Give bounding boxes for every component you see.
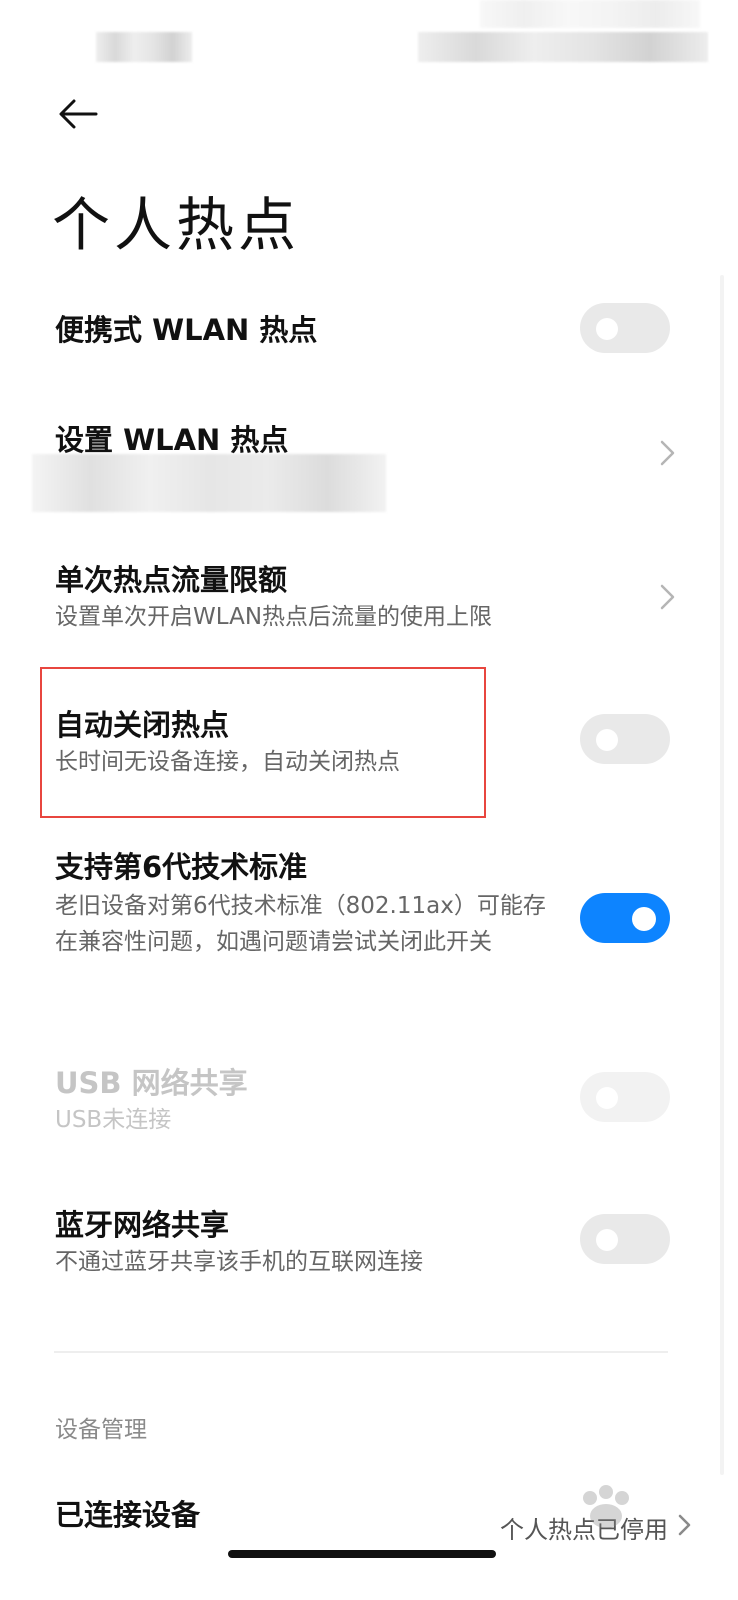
back-button[interactable] bbox=[56, 96, 100, 132]
home-indicator[interactable] bbox=[228, 1550, 496, 1558]
setting-title: 单次热点流量限额 bbox=[55, 563, 288, 597]
setting-title: 蓝牙网络共享 bbox=[55, 1208, 230, 1242]
setting-subtitle: 长时间无设备连接，自动关闭热点 bbox=[55, 749, 400, 775]
setting-auto-turn-off-hotspot[interactable]: 自动关闭热点 长时间无设备连接，自动关闭热点 bbox=[0, 690, 738, 790]
chevron-right-icon bbox=[678, 1514, 691, 1536]
setting-title: 自动关闭热点 bbox=[55, 708, 230, 742]
auto-off-toggle[interactable] bbox=[580, 714, 670, 764]
back-arrow-icon bbox=[59, 99, 98, 129]
setting-wifi6-support[interactable]: 支持第6代技术标准 老旧设备对第6代技术标准（802.11ax）可能存在兼容性问… bbox=[0, 832, 738, 1002]
setting-configure-wlan-hotspot[interactable]: 设置 WLAN 热点 bbox=[0, 400, 738, 520]
toggle-knob bbox=[596, 1087, 618, 1109]
portable-hotspot-toggle[interactable] bbox=[580, 303, 670, 353]
bluetooth-tethering-toggle[interactable] bbox=[580, 1214, 670, 1264]
hotspot-name-blurred bbox=[32, 454, 386, 512]
setting-bluetooth-tethering[interactable]: 蓝牙网络共享 不通过蓝牙共享该手机的互联网连接 bbox=[0, 1190, 738, 1290]
setting-title: 已连接设备 bbox=[55, 1498, 201, 1532]
toggle-knob bbox=[596, 1229, 618, 1251]
setting-single-session-data-limit[interactable]: 单次热点流量限额 设置单次开启WLAN热点后流量的使用上限 bbox=[0, 545, 738, 645]
setting-subtitle: 老旧设备对第6代技术标准（802.11ax）可能存在兼容性问题，如遇问题请尝试关… bbox=[55, 893, 546, 955]
setting-title: USB 网络共享 bbox=[55, 1066, 248, 1100]
page-title: 个人热点 bbox=[52, 191, 301, 259]
setting-subtitle: USB未连接 bbox=[55, 1107, 172, 1133]
chevron-right-icon bbox=[660, 440, 675, 466]
chevron-right-icon bbox=[660, 584, 675, 610]
setting-title: 便携式 WLAN 热点 bbox=[55, 313, 318, 347]
status-time-blurred bbox=[96, 32, 192, 62]
usb-tethering-toggle bbox=[580, 1072, 670, 1122]
setting-title: 支持第6代技术标准 bbox=[55, 850, 308, 884]
status-bar bbox=[0, 0, 738, 80]
setting-subtitle: 不通过蓝牙共享该手机的互联网连接 bbox=[55, 1249, 423, 1275]
toggle-knob bbox=[632, 907, 656, 931]
hotspot-status-text: 个人热点已停用 bbox=[500, 1516, 668, 1544]
wifi6-toggle[interactable] bbox=[580, 893, 670, 943]
setting-usb-tethering: USB 网络共享 USB未连接 bbox=[0, 1048, 738, 1148]
setting-title: 设置 WLAN 热点 bbox=[55, 423, 289, 457]
section-divider bbox=[54, 1351, 668, 1353]
toggle-knob bbox=[596, 729, 618, 751]
setting-portable-wlan-hotspot[interactable]: 便携式 WLAN 热点 bbox=[0, 290, 738, 370]
section-header-device-management: 设备管理 bbox=[55, 1417, 147, 1443]
status-icons-blurred-top bbox=[480, 0, 700, 28]
toggle-knob bbox=[596, 318, 618, 340]
status-icons-blurred bbox=[418, 32, 708, 62]
setting-subtitle: 设置单次开启WLAN热点后流量的使用上限 bbox=[55, 604, 493, 630]
